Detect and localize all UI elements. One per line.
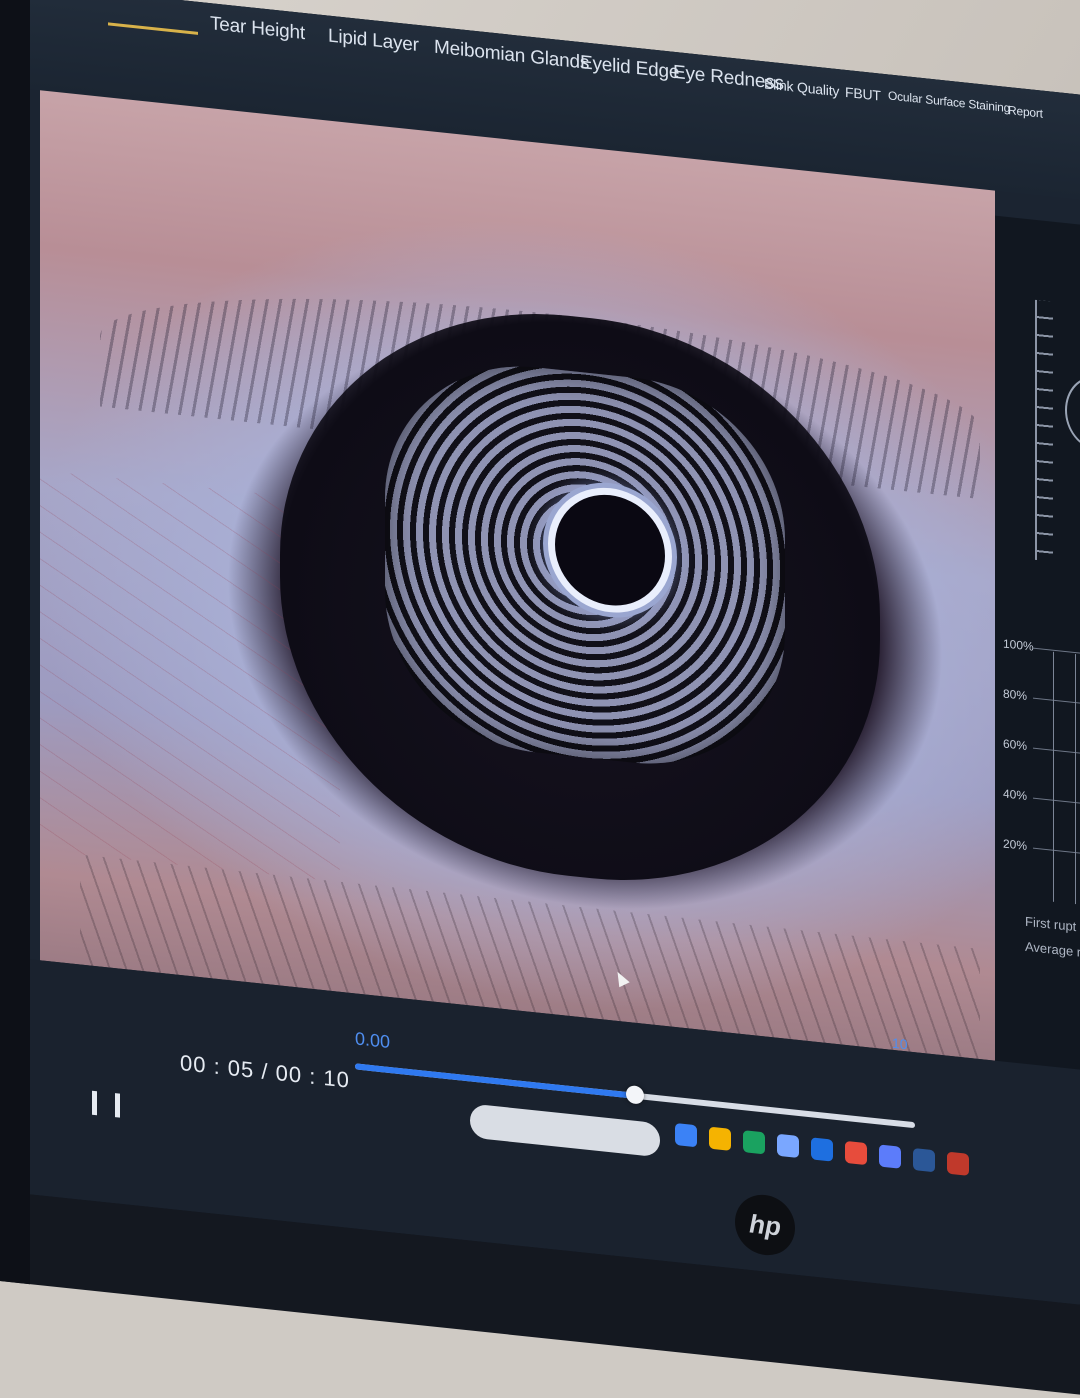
active-tab-indicator <box>108 22 198 35</box>
grid-line <box>1033 697 1080 705</box>
hp-icon[interactable] <box>777 1133 799 1159</box>
playback-time: 00 : 05 / 00 : 10 <box>180 1049 350 1093</box>
y-tick-label: 80% <box>1003 686 1028 703</box>
grid-line <box>1033 647 1080 655</box>
camera-icon[interactable] <box>743 1130 765 1155</box>
tab-report[interactable]: Report <box>1008 103 1043 121</box>
file-explorer-icon[interactable] <box>675 1122 697 1148</box>
app-icon[interactable] <box>947 1151 969 1176</box>
gauge-dial <box>1065 372 1080 454</box>
tab-tear-height[interactable]: Tear Height <box>210 13 305 45</box>
range-end-label: 10 <box>892 1034 908 1053</box>
taskbar <box>470 1075 1080 1202</box>
range-start-label: 0.00 <box>355 1028 391 1053</box>
breakup-chart: 100% 80% 60% 40% 20% First rupt Average … <box>995 636 1080 976</box>
mail-icon[interactable] <box>845 1140 867 1166</box>
chart-axis <box>1075 654 1076 905</box>
right-analysis-panel: 100% 80% 60% 40% 20% First rupt Average … <box>995 215 1080 1106</box>
y-tick-label: 60% <box>1003 736 1028 753</box>
chrome-icon[interactable] <box>811 1137 833 1162</box>
y-tick-label: 40% <box>1003 786 1028 803</box>
pause-icon[interactable] <box>92 1090 120 1118</box>
settings-icon[interactable] <box>879 1144 901 1169</box>
tab-fbut[interactable]: FBUT <box>845 84 881 104</box>
tab-meibomian-glands[interactable]: Meibomian Glands <box>434 37 589 75</box>
y-tick-label: 20% <box>1003 836 1028 853</box>
tab-eyelid-edge[interactable]: Eyelid Edge <box>580 52 679 84</box>
left-rail <box>0 0 30 1285</box>
word-icon[interactable] <box>913 1148 935 1173</box>
tab-blink-quality[interactable]: Blink Quality <box>764 75 839 99</box>
monitor: Tear Height Lipid Layer Meibomian Glands… <box>0 0 1080 1398</box>
y-tick-label: 100% <box>1003 636 1034 654</box>
taskbar-search[interactable] <box>470 1103 660 1158</box>
grid-line <box>1033 747 1080 755</box>
scale-gauge <box>1035 299 1053 562</box>
chart-axis <box>1053 651 1054 902</box>
eye-video-frame[interactable] <box>40 90 995 1061</box>
grid-line <box>1033 797 1080 805</box>
edge-icon[interactable] <box>709 1126 731 1151</box>
legend-first-rupture: First rupt <box>1025 913 1077 935</box>
tab-lipid-layer[interactable]: Lipid Layer <box>328 26 419 58</box>
tab-ocular-surface-staining[interactable]: Ocular Surface Staining <box>888 88 1010 115</box>
grid-line <box>1033 847 1080 855</box>
application-window: Tear Height Lipid Layer Meibomian Glands… <box>30 0 1080 1306</box>
legend-average-rupture: Average ru <box>1025 938 1080 961</box>
